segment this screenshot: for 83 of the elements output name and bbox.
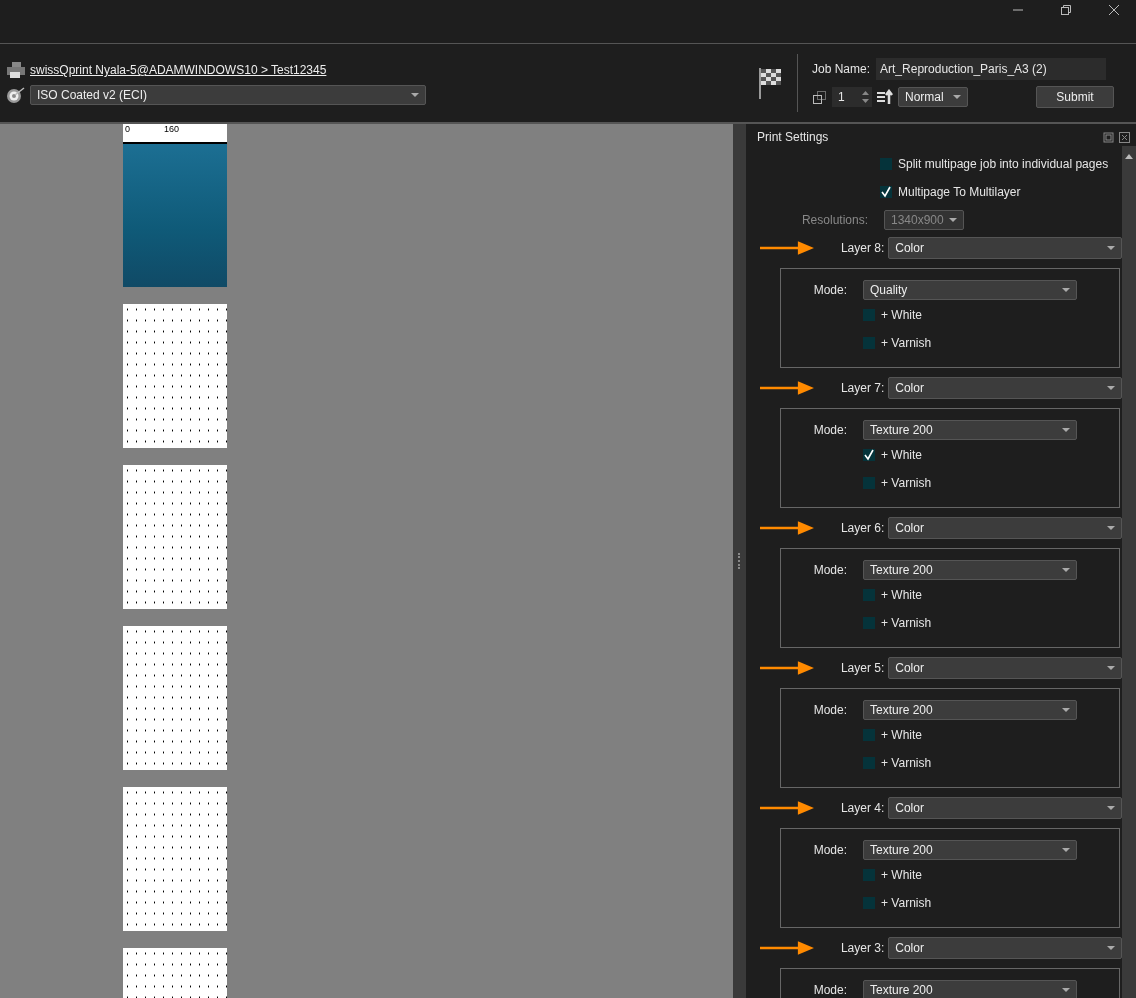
- checkbox-label: Multipage To Multilayer: [898, 185, 1021, 199]
- layer-dropdown[interactable]: Color: [888, 657, 1122, 679]
- copies-icon: [812, 89, 828, 105]
- priority-dropdown[interactable]: Normal: [898, 87, 968, 107]
- mode-label: Mode:: [812, 563, 847, 577]
- layer-label: Layer 6:: [839, 521, 885, 535]
- arrow-annotation: [760, 660, 815, 676]
- checkbox-label: + Varnish: [881, 756, 932, 770]
- checkbox[interactable]: [863, 309, 875, 321]
- layer-dropdown[interactable]: Color: [888, 237, 1122, 259]
- printer-icon: [6, 61, 26, 79]
- page-thumbnail[interactable]: [123, 626, 227, 770]
- mode-dropdown[interactable]: Texture 200: [863, 840, 1077, 860]
- priority-icon: [876, 89, 894, 105]
- checkbox[interactable]: [863, 337, 875, 349]
- layer-label: Layer 3:: [839, 941, 885, 955]
- close-icon[interactable]: [1119, 131, 1130, 143]
- arrow-annotation: [760, 520, 815, 536]
- mode-label: Mode:: [812, 423, 847, 437]
- resolutions-label: Resolutions:: [800, 213, 868, 227]
- job-name-label: Job Name:: [812, 62, 871, 76]
- color-profile-dropdown[interactable]: ISO Coated v2 (ECI): [30, 85, 426, 105]
- checkbox-label: + Varnish: [881, 616, 932, 630]
- checkbox[interactable]: [863, 757, 875, 769]
- mode-dropdown[interactable]: Texture 200: [863, 700, 1077, 720]
- job-name-field[interactable]: Art_Reproduction_Paris_A3 (2): [876, 58, 1107, 80]
- submit-button[interactable]: Submit: [1036, 86, 1114, 108]
- mode-dropdown[interactable]: Texture 200: [863, 560, 1077, 580]
- checkbox-label: Split multipage job into individual pages: [898, 157, 1109, 171]
- checkbox-label: + Varnish: [881, 336, 932, 350]
- mode-dropdown[interactable]: Texture 200: [863, 980, 1077, 998]
- layer-dropdown[interactable]: Color: [888, 797, 1122, 819]
- checkbox[interactable]: [880, 158, 892, 170]
- checkbox[interactable]: [863, 617, 875, 629]
- layer-dropdown[interactable]: Color: [888, 517, 1122, 539]
- printer-path-link[interactable]: swissQprint Nyala-5@ADAMWINDOWS10 > Test12345: [30, 63, 327, 77]
- arrow-annotation: [760, 240, 815, 256]
- page-thumbnail[interactable]: [123, 465, 227, 609]
- checkbox-label: + Varnish: [881, 476, 932, 490]
- mode-label: Mode:: [812, 983, 847, 997]
- layer-dropdown[interactable]: Color: [888, 377, 1122, 399]
- target-icon: [6, 86, 26, 104]
- mode-label: Mode:: [812, 703, 847, 717]
- scrollbar[interactable]: [1122, 146, 1136, 998]
- checkbox-label: + White: [881, 728, 922, 742]
- checkbox-label: + Varnish: [881, 896, 932, 910]
- checkbox[interactable]: [863, 589, 875, 601]
- layer-dropdown[interactable]: Color: [888, 937, 1122, 959]
- checkbox-label: + White: [881, 588, 922, 602]
- page-thumbnail[interactable]: [123, 304, 227, 448]
- checkbox[interactable]: [863, 869, 875, 881]
- checkbox[interactable]: [863, 897, 875, 909]
- float-icon[interactable]: [1103, 131, 1114, 143]
- layer-label: Layer 8:: [839, 241, 885, 255]
- checkbox-label: + White: [881, 448, 922, 462]
- checkbox-label: + White: [881, 868, 922, 882]
- checkbox[interactable]: [880, 186, 892, 198]
- arrow-annotation: [760, 800, 815, 816]
- copies-spinbox[interactable]: 1: [832, 87, 872, 107]
- restore-icon[interactable]: [1060, 4, 1072, 16]
- checkbox-label: + White: [881, 308, 922, 322]
- ruler-label: 160: [164, 124, 180, 136]
- layer-label: Layer 7:: [839, 381, 885, 395]
- ruler-label: 0: [125, 124, 130, 136]
- scroll-up-icon[interactable]: [1124, 152, 1134, 160]
- checkbox[interactable]: [863, 477, 875, 489]
- mode-label: Mode:: [812, 843, 847, 857]
- arrow-annotation: [760, 940, 815, 956]
- spin-arrows-icon[interactable]: [861, 88, 870, 106]
- checkered-flag-icon[interactable]: [757, 66, 783, 100]
- photo-placeholder[interactable]: [123, 144, 227, 287]
- mode-dropdown[interactable]: Quality: [863, 280, 1077, 300]
- splitter-handle[interactable]: [737, 553, 742, 569]
- mode-dropdown[interactable]: Texture 200: [863, 420, 1077, 440]
- checkbox[interactable]: [863, 449, 875, 461]
- checkbox[interactable]: [863, 729, 875, 741]
- layer-label: Layer 5:: [839, 661, 885, 675]
- page-thumbnail[interactable]: [123, 787, 227, 931]
- mode-label: Mode:: [812, 283, 847, 297]
- panel-title: Print Settings: [757, 130, 829, 144]
- arrow-annotation: [760, 380, 815, 396]
- close-icon[interactable]: [1108, 4, 1120, 16]
- layer-label: Layer 4:: [839, 801, 885, 815]
